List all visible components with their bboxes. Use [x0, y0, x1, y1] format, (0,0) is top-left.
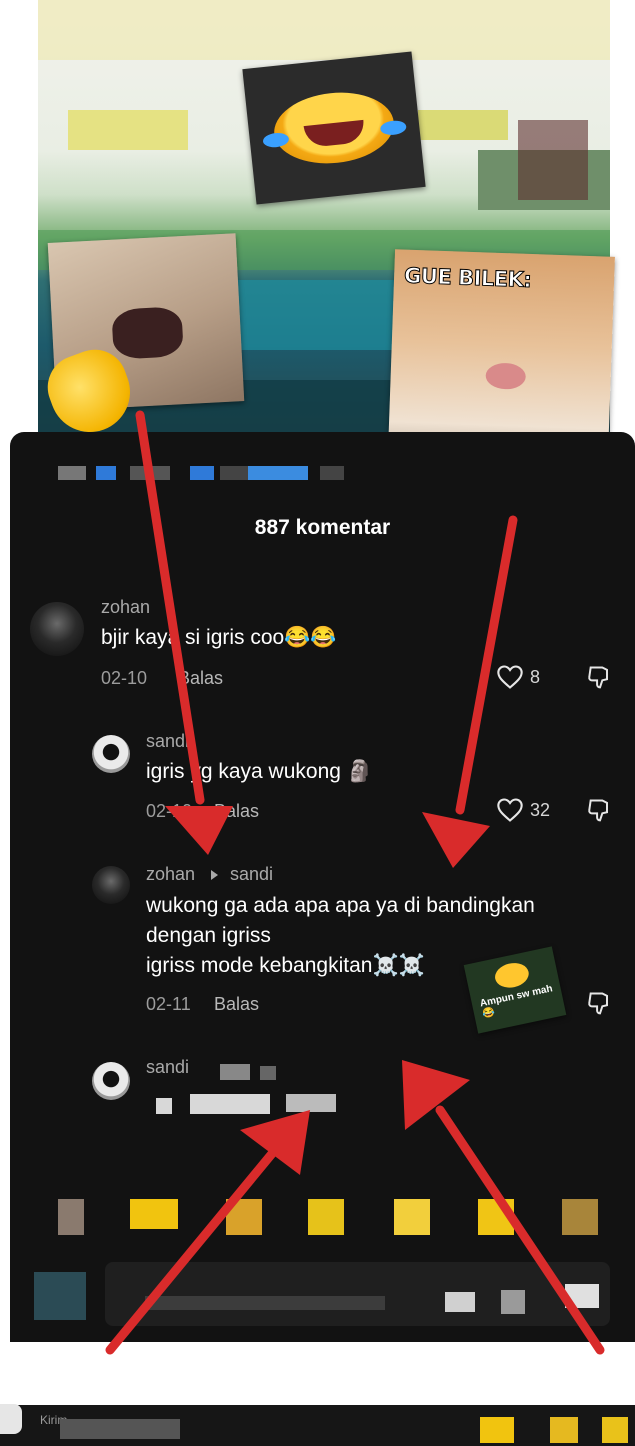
dislike-button[interactable]: [586, 797, 614, 830]
blurred-comment: [150, 1060, 350, 1120]
comment-input[interactable]: [105, 1262, 610, 1326]
comment-text-line: wukong ga ada apa apa ya di bandingkan: [146, 894, 535, 917]
like-button[interactable]: 8: [496, 664, 540, 690]
ampun-caption: Ampun sw mah 😂: [479, 983, 554, 1021]
comment-date: 02-10: [101, 668, 148, 688]
reply-to-username[interactable]: sandi: [230, 864, 273, 885]
comment-date: 02-11: [146, 994, 191, 1014]
bottom-bar: Kirim: [0, 1405, 635, 1446]
comment-text: bjir kaya si igris coo😂😂: [101, 626, 337, 649]
left-edge-handle: [0, 1404, 22, 1434]
reply-to-arrow-icon: [211, 870, 218, 880]
avatar[interactable]: [92, 735, 130, 773]
comment-text-line: dengan igriss: [146, 924, 271, 947]
comment-username[interactable]: zohan: [146, 864, 195, 885]
thumbs-down-icon: [588, 799, 608, 822]
like-button[interactable]: 32: [496, 797, 550, 823]
gue-bilek-caption: GUE BILEK:: [403, 263, 532, 292]
avatar-input: [34, 1272, 86, 1320]
laughing-emoji-sticker: [242, 51, 426, 205]
comment-username[interactable]: zohan: [101, 597, 150, 618]
heart-icon: [497, 798, 523, 822]
emoji-bar[interactable]: [50, 1195, 610, 1240]
comment-text-line: igriss mode kebangkitan☠️☠️: [146, 954, 425, 977]
comment-count-title: 887 komentar: [254, 516, 391, 539]
avatar[interactable]: [92, 866, 130, 904]
comment-date: 02-10: [146, 801, 193, 821]
comment-username[interactable]: sandi: [146, 731, 189, 752]
thumbs-down-icon: [588, 992, 608, 1015]
heart-icon: [497, 665, 523, 689]
dislike-button[interactable]: [586, 664, 614, 697]
thumbs-down-icon: [588, 666, 608, 689]
blurred-caption: [30, 462, 350, 482]
like-count: 8: [530, 666, 541, 687]
reply-button[interactable]: Balas: [214, 801, 259, 822]
reply-button[interactable]: Balas: [214, 994, 259, 1015]
reply-button[interactable]: Balas: [178, 668, 223, 689]
avatar[interactable]: [30, 602, 84, 656]
like-count: 32: [530, 799, 551, 820]
comment-text: igris yg kaya wukong 🗿: [146, 760, 373, 783]
avatar[interactable]: [92, 1062, 130, 1100]
dislike-button[interactable]: [586, 990, 614, 1023]
